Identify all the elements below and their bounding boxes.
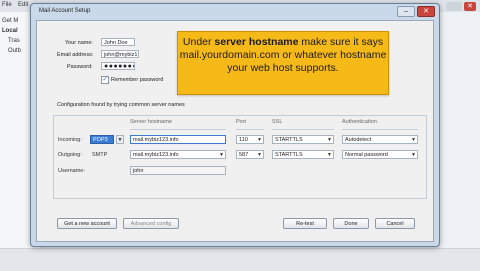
advanced-config-button[interactable]: Advanced config [123,218,179,229]
sidebar-item-local[interactable]: Local [2,28,18,34]
menu-edit[interactable]: Edit [18,2,28,8]
menu-file[interactable]: File [2,2,12,8]
outgoing-auth-select[interactable]: Normal password ▼ [342,150,418,159]
divider-port [236,129,264,130]
header-server-hostname: Server hostname [130,119,172,125]
chevron-down-icon: ▼ [411,137,416,143]
chevron-down-icon: ▼ [411,152,416,158]
close-icon[interactable]: ✕ [417,6,435,17]
incoming-auth-select[interactable]: Autodetect ▼ [342,135,418,144]
email-label: Email address: [57,52,94,58]
chevron-down-icon: ▼ [219,152,224,158]
incoming-ssl-select[interactable]: STARTTLS ▼ [272,135,334,144]
divider-ssl [272,129,334,130]
outgoing-port-value: 587 [239,152,249,158]
background-status-bar [0,248,480,271]
name-label: Your name: [65,40,93,46]
name-field[interactable]: John Doe [101,38,135,46]
get-new-account-button[interactable]: Get a new account [57,218,117,229]
sidebar-item-get-mail[interactable]: Get M [2,18,18,24]
incoming-hostname-field[interactable]: mail.mybiz123.info [130,135,226,144]
username-label: Username: [58,168,85,174]
mail-account-setup-dialog: Mail Account Setup – ✕ Your name: John D… [30,3,440,247]
dialog-content: Your name: John Doe Email address: john@… [36,20,434,242]
outgoing-ssl-select[interactable]: STARTTLS ▼ [272,150,334,159]
incoming-port-select[interactable]: 110 ▼ [236,135,264,144]
chevron-down-icon: ▼ [327,152,332,158]
dialog-title: Mail Account Setup [39,8,91,14]
header-port: Port [236,119,247,125]
incoming-protocol-dropdown-icon[interactable]: ▼ [116,135,124,144]
header-authentication: Authentication [342,119,377,125]
done-button[interactable]: Done [333,218,369,229]
outgoing-ssl-value: STARTTLS [275,152,303,158]
dialog-titlebar[interactable]: Mail Account Setup – ✕ [31,4,439,18]
instruction-callout: Under server hostname make sure it says … [177,31,389,95]
chevron-down-icon: ▼ [327,137,332,143]
incoming-auth-value: Autodetect [345,137,372,143]
outgoing-auth-value: Normal password [345,152,388,158]
cancel-button[interactable]: Cancel [375,218,415,229]
background-window-controls[interactable] [446,2,462,11]
sidebar-item-outbox[interactable]: Outb [8,48,21,54]
remember-password-label[interactable]: Remember password [111,77,163,83]
incoming-protocol-value: POP3 [93,137,108,143]
divider-auth [342,129,418,130]
remember-password-checkbox[interactable]: ✓ [101,76,109,84]
config-found-message: Configuration found by trying common ser… [57,102,185,108]
callout-prefix: Under [182,36,215,48]
incoming-port-value: 110 [239,137,248,143]
incoming-protocol-select[interactable]: POP3 [90,135,114,144]
background-close-icon[interactable]: ✕ [464,2,476,11]
outgoing-protocol: SMTP [92,152,108,158]
email-field[interactable]: john@mybiz1 [101,50,139,58]
divider-hostname [130,129,226,130]
incoming-ssl-value: STARTTLS [275,137,303,143]
header-ssl: SSL [272,119,283,125]
minimize-icon[interactable]: – [397,6,415,17]
outgoing-hostname-select[interactable]: mail.mybiz123.info ▼ [130,150,226,159]
outgoing-hostname-value: mail.mybiz123.info [133,152,179,158]
password-label: Password: [67,64,93,70]
background-content-area [440,12,480,270]
incoming-label: Incoming: [58,137,82,143]
chevron-down-icon: ▼ [257,137,262,143]
password-field[interactable]: ●●●●●●●● [101,62,135,70]
username-field[interactable]: john [130,166,226,175]
sidebar-item-trash[interactable]: Tras [8,38,20,44]
chevron-down-icon: ▼ [257,152,262,158]
retest-button[interactable]: Re-test [283,218,327,229]
outgoing-port-select[interactable]: 587 ▼ [236,150,264,159]
outgoing-label: Outgoing: [58,152,82,158]
callout-bold: server hostname [214,36,299,48]
server-settings-panel: Server hostname Port SSL Authentication … [53,115,427,199]
